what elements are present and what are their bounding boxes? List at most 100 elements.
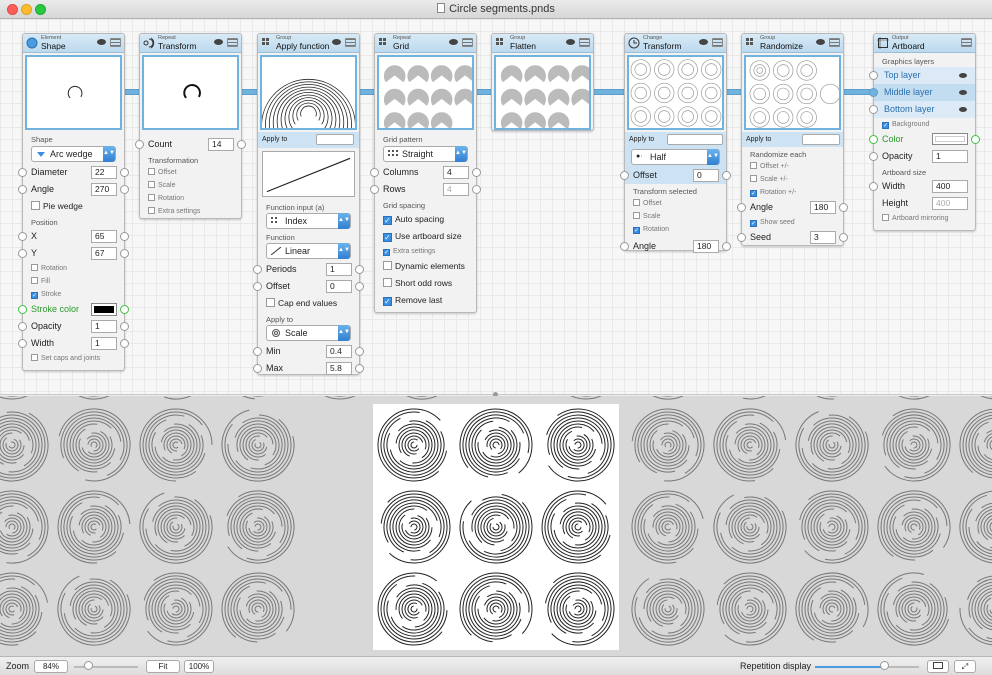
input-port[interactable] (869, 105, 878, 114)
rotation-checkbox[interactable] (31, 264, 38, 271)
grid-pattern-popup[interactable]: Straight ▲▼ (383, 146, 468, 162)
output-port[interactable] (722, 171, 731, 180)
input-port[interactable] (869, 182, 878, 191)
offset-checkbox[interactable] (633, 199, 640, 206)
rows-field[interactable]: 4 (443, 183, 469, 196)
node-randomize[interactable]: Group Randomize Apply to Randomize each … (737, 33, 848, 246)
input-port[interactable] (18, 232, 27, 241)
node-header[interactable]: Change Transform (625, 34, 726, 53)
repetition-slider[interactable] (815, 666, 919, 668)
angle-field[interactable]: 180 (810, 201, 836, 214)
function-popup[interactable]: Linear ▲▼ (266, 243, 351, 259)
node-header[interactable]: Group Apply function (258, 34, 359, 53)
height-field[interactable]: 400 (932, 197, 968, 210)
window-mode-button[interactable] (927, 660, 949, 673)
output-port[interactable] (120, 185, 129, 194)
layer-row-middle[interactable]: Middle layer (869, 84, 975, 101)
menu-icon[interactable] (227, 38, 238, 47)
menu-icon[interactable] (579, 38, 590, 47)
node-apply-function[interactable]: Group Apply function Apply to Function i… (253, 33, 364, 375)
node-shape[interactable]: Element Shape Shape Arc wedge ▲▼ Diamete… (18, 33, 129, 371)
input-port[interactable] (18, 322, 27, 331)
opacity-field[interactable]: 1 (91, 320, 117, 333)
output-port[interactable] (971, 135, 980, 144)
shape-popup[interactable]: Arc wedge ▲▼ (31, 146, 116, 162)
eye-icon[interactable] (332, 39, 341, 45)
eye-icon[interactable] (959, 107, 967, 112)
input-port[interactable] (869, 88, 878, 97)
menu-icon[interactable] (829, 38, 840, 47)
remove-last-checkbox[interactable]: ✓ (383, 297, 392, 306)
scale-checkbox[interactable] (750, 175, 757, 182)
output-port[interactable] (237, 140, 246, 149)
rotation-checkbox[interactable]: ✓ (633, 227, 640, 234)
repetition-slider-knob[interactable] (880, 661, 889, 670)
rotation-checkbox[interactable]: ✓ (750, 190, 757, 197)
input-port[interactable] (253, 347, 262, 356)
menu-icon[interactable] (961, 38, 972, 47)
output-port[interactable] (472, 168, 481, 177)
background-checkbox[interactable]: ✓ (882, 122, 889, 129)
zoom-field[interactable]: 84% (34, 660, 68, 673)
stroke-checkbox[interactable]: ✓ (31, 292, 38, 299)
mode-popup[interactable]: ●· Half ▲▼ (631, 149, 720, 165)
menu-icon[interactable] (712, 38, 723, 47)
menu-icon[interactable] (462, 38, 473, 47)
node-header[interactable]: Output Artboard (874, 34, 975, 53)
eye-icon[interactable] (214, 39, 223, 45)
input-port[interactable] (620, 171, 629, 180)
output-port[interactable] (120, 168, 129, 177)
output-port[interactable] (355, 265, 364, 274)
hundred-percent-button[interactable]: 100% (184, 660, 214, 673)
output-port[interactable] (722, 242, 731, 251)
short-odd-rows-checkbox[interactable] (383, 278, 392, 287)
fill-checkbox[interactable] (31, 277, 38, 284)
output-port[interactable] (472, 185, 481, 194)
function-input-popup[interactable]: Index ▲▼ (266, 213, 351, 229)
eye-icon[interactable] (449, 39, 458, 45)
output-port[interactable] (355, 364, 364, 373)
output-port[interactable] (120, 232, 129, 241)
minimize-window-button[interactable] (21, 4, 32, 15)
input-port[interactable] (869, 152, 878, 161)
apply-to-segmented[interactable] (667, 134, 723, 145)
show-seed-checkbox[interactable]: ✓ (750, 220, 757, 227)
menu-icon[interactable] (345, 38, 356, 47)
input-port[interactable] (18, 249, 27, 258)
dynamic-elements-checkbox[interactable] (383, 261, 392, 270)
output-port[interactable] (355, 347, 364, 356)
input-port[interactable] (620, 242, 629, 251)
node-header[interactable]: Repeat Grid (375, 34, 476, 53)
periods-field[interactable]: 1 (326, 263, 352, 276)
layer-row-bottom[interactable]: Bottom layer (869, 101, 975, 118)
seed-field[interactable]: 3 (810, 231, 836, 244)
min-field[interactable]: 0.4 (326, 345, 352, 358)
zoom-slider-knob[interactable] (84, 661, 93, 670)
apply-target-popup[interactable]: Scale ▲▼ (266, 325, 351, 341)
offset-field[interactable]: 0 (693, 169, 719, 182)
input-port[interactable] (253, 364, 262, 373)
output-port[interactable] (120, 249, 129, 258)
output-port[interactable] (839, 203, 848, 212)
input-port[interactable] (869, 71, 878, 80)
eye-icon[interactable] (816, 39, 825, 45)
output-port[interactable] (120, 339, 129, 348)
zoom-window-button[interactable] (35, 4, 46, 15)
node-header[interactable]: Repeat Transform (140, 34, 241, 53)
apply-to-segmented[interactable] (802, 134, 840, 145)
y-field[interactable]: 67 (91, 247, 117, 260)
scale-checkbox[interactable] (148, 181, 155, 188)
input-port[interactable] (737, 233, 746, 242)
node-artboard[interactable]: Output Artboard Graphics layers Top laye… (869, 33, 980, 231)
color-well[interactable] (932, 133, 968, 145)
mirroring-checkbox[interactable] (882, 214, 889, 221)
node-change-transform[interactable]: Change Transform Apply to ●· Half ▲▼ Offse… (620, 33, 731, 253)
width-field[interactable]: 1 (91, 337, 117, 350)
stroke-color-well[interactable] (91, 303, 117, 316)
input-port[interactable] (869, 135, 878, 144)
eye-icon[interactable] (566, 39, 575, 45)
auto-spacing-checkbox[interactable]: ✓ (383, 216, 392, 225)
artboard-size-checkbox[interactable]: ✓ (383, 233, 392, 242)
input-port[interactable] (18, 339, 27, 348)
apply-to-segmented[interactable] (316, 134, 354, 145)
